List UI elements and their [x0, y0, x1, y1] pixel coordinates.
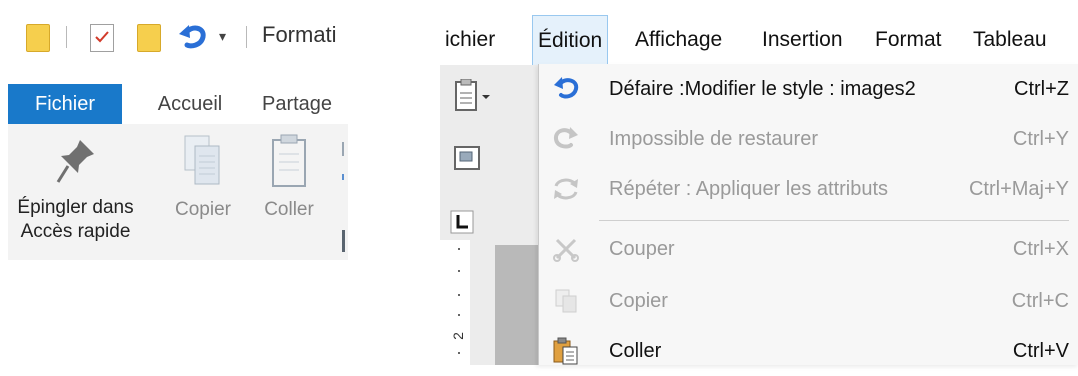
paste-special-icon[interactable]: [452, 78, 492, 120]
menu-format[interactable]: Format: [870, 15, 947, 65]
menu-item-shortcut: Ctrl+C: [1011, 290, 1069, 312]
page-margin: [495, 245, 540, 365]
menu-item-label: Défaire :Modifier le style : images2: [609, 78, 916, 100]
ruler-number: 2: [449, 332, 466, 340]
undo-icon[interactable]: [177, 22, 209, 57]
toolbar-separator: [66, 26, 67, 48]
menu-item-undo[interactable]: Défaire :Modifier le style : images2 Ctr…: [539, 64, 1078, 114]
pin-label-line1: Épingler dans: [17, 197, 134, 218]
insert-image-icon[interactable]: [452, 143, 488, 180]
paste-icon: [553, 337, 578, 365]
menu-item-shortcut: Ctrl+X: [1012, 238, 1069, 260]
tab-partage[interactable]: Partage: [262, 84, 355, 124]
menu-item-label: Répéter : Appliquer les attributs: [609, 178, 889, 200]
menu-insertion[interactable]: Insertion: [757, 15, 848, 65]
folder-icon[interactable]: [26, 24, 50, 52]
ribbon-group-edge: [342, 142, 346, 252]
toolbar-separator: [246, 26, 247, 48]
vertical-ruler: 2: [440, 240, 470, 365]
writer-window: ichier Édition Affichage Insertion Forma…: [440, 0, 1078, 365]
scissors-icon: [553, 238, 579, 262]
copy-button[interactable]: Copier: [168, 130, 238, 222]
menu-affichage[interactable]: Affichage: [630, 15, 727, 65]
edit-menu-dropdown: Défaire :Modifier le style : images2 Ctr…: [538, 64, 1078, 365]
ribbon-tabs: Fichier Accueil Partage: [0, 84, 355, 124]
menu-item-paste[interactable]: Coller Ctrl+V: [539, 326, 1078, 376]
menu-tableau[interactable]: Tableau: [968, 15, 1052, 65]
menu-bar: ichier Édition Affichage Insertion Forma…: [440, 15, 1078, 65]
menu-item-copy[interactable]: Copier Ctrl+C: [539, 276, 1078, 326]
quick-access-toolbar: ▾ Formati: [0, 0, 355, 80]
pin-label-line2: Accès rapide: [20, 221, 131, 242]
menu-item-label: Coller: [609, 340, 662, 362]
new-folder-icon[interactable]: [137, 24, 161, 52]
menu-item-shortcut: Ctrl+Z: [1014, 78, 1069, 100]
tab-accueil[interactable]: Accueil: [140, 84, 240, 124]
menu-edition[interactable]: Édition: [532, 15, 609, 65]
customize-toolbar-dropdown[interactable]: ▾: [219, 28, 226, 45]
tab-fichier[interactable]: Fichier: [8, 84, 122, 124]
menu-edition-label: Édition: [538, 29, 603, 52]
menu-item-label: Impossible de restaurer: [609, 128, 818, 150]
menu-item-shortcut: Ctrl+Y: [1012, 128, 1069, 150]
undo-icon: [554, 77, 579, 99]
redo-icon: [554, 127, 578, 149]
ribbon-panel: Épingler dans Accès rapide Copier Coller: [8, 124, 348, 260]
properties-icon[interactable]: [90, 24, 114, 52]
menu-fichier[interactable]: ichier: [440, 15, 500, 65]
menu-item-redo[interactable]: Impossible de restaurer Ctrl+Y: [539, 114, 1078, 164]
menu-item-shortcut: Ctrl+V: [1012, 340, 1069, 362]
explorer-window: ▾ Formati Fichier Accueil Partage Épingl…: [0, 0, 355, 260]
copy-label: Copier: [175, 199, 231, 220]
repeat-icon: [554, 178, 578, 200]
menu-item-label: Couper: [609, 238, 675, 260]
menu-item-repeat[interactable]: Répéter : Appliquer les attributs Ctrl+M…: [539, 164, 1078, 214]
paste-label: Coller: [264, 199, 314, 220]
menu-separator: [599, 220, 1069, 221]
copy-icon: [184, 135, 220, 185]
menu-item-cut[interactable]: Couper Ctrl+X: [539, 224, 1078, 274]
writer-toolbar-area: 2: [440, 65, 540, 365]
clipboard-icon: [272, 134, 306, 187]
tab-stop-icon[interactable]: [450, 210, 474, 239]
pin-quick-access-button[interactable]: Épingler dans Accès rapide: [8, 130, 143, 244]
window-title: Formati: [262, 22, 337, 47]
pin-icon: [56, 140, 94, 183]
copy-icon: [555, 289, 577, 313]
menu-item-shortcut: Ctrl+Maj+Y: [968, 178, 1069, 200]
paste-button[interactable]: Coller: [254, 130, 324, 222]
menu-item-label: Copier: [609, 290, 668, 312]
